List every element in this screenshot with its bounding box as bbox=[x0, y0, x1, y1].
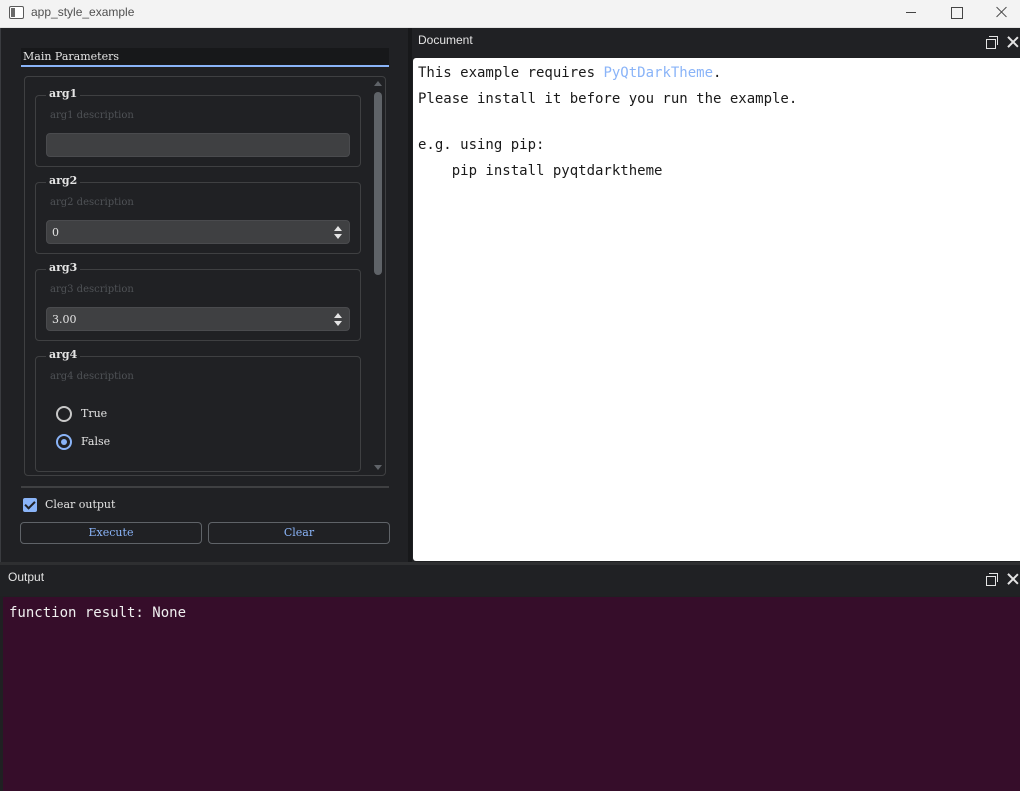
document-close-icon[interactable] bbox=[1006, 35, 1020, 49]
parameters-scroll-area[interactable]: arg1 arg1 description arg2 arg2 descript… bbox=[24, 76, 386, 476]
clear-output-checkbox[interactable] bbox=[23, 498, 37, 512]
doc-line-1: This example requires PyQtDarkTheme. bbox=[418, 65, 721, 81]
output-close-icon[interactable] bbox=[1006, 572, 1020, 586]
arg2-decrement-icon[interactable] bbox=[334, 234, 342, 239]
arg3-decrement-icon[interactable] bbox=[334, 321, 342, 326]
execute-button[interactable]: Execute bbox=[20, 522, 202, 544]
radio-false[interactable] bbox=[56, 434, 72, 450]
parameters-panel: Main Parameters arg1 arg1 description ar… bbox=[0, 28, 408, 562]
scrollbar-thumb[interactable] bbox=[374, 92, 382, 275]
arg4-description: arg4 description bbox=[50, 371, 134, 382]
radio-true[interactable] bbox=[56, 406, 72, 422]
output-text-view[interactable]: function result: None bbox=[3, 597, 1020, 791]
arg4-title: arg4 bbox=[46, 348, 81, 361]
document-float-icon[interactable] bbox=[986, 36, 998, 49]
doc-line-1-suffix: . bbox=[713, 65, 722, 81]
output-float-icon[interactable] bbox=[986, 573, 998, 586]
output-dock-title: Output bbox=[8, 570, 45, 584]
arg3-increment-icon[interactable] bbox=[334, 313, 342, 318]
separator bbox=[21, 486, 389, 488]
doc-line-4: pip install pyqtdarktheme bbox=[418, 163, 663, 179]
arg2-title: arg2 bbox=[46, 174, 81, 187]
window-title: app_style_example bbox=[31, 5, 135, 19]
minimize-button[interactable] bbox=[888, 0, 934, 28]
arg2-spinbox[interactable]: 0 bbox=[46, 220, 350, 244]
doc-line-2: Please install it before you run the exa… bbox=[418, 91, 798, 107]
scroll-up-icon[interactable] bbox=[374, 81, 382, 86]
arg3-title: arg3 bbox=[46, 261, 81, 274]
document-text-view[interactable]: This example requires PyQtDarkTheme. Ple… bbox=[413, 58, 1020, 561]
output-dock-header: Output bbox=[0, 565, 1020, 596]
arg2-groupbox: arg2 arg2 description 0 bbox=[35, 174, 361, 254]
output-result-text: function result: None bbox=[9, 605, 187, 621]
group-header: Main Parameters bbox=[21, 48, 389, 67]
clear-output-label[interactable]: Clear output bbox=[45, 498, 115, 511]
close-window-button[interactable] bbox=[978, 0, 1020, 28]
clear-button[interactable]: Clear bbox=[208, 522, 390, 544]
document-dock-header: Document bbox=[412, 28, 1020, 57]
arg3-groupbox: arg3 arg3 description 3.00 bbox=[35, 261, 361, 341]
maximize-button[interactable] bbox=[933, 0, 979, 28]
arg3-value: 3.00 bbox=[52, 313, 77, 326]
vertical-scrollbar[interactable] bbox=[371, 77, 385, 475]
scroll-down-icon[interactable] bbox=[374, 465, 382, 470]
vertical-splitter[interactable] bbox=[408, 28, 412, 562]
arg1-groupbox: arg1 arg1 description bbox=[35, 87, 361, 167]
doc-line-3: e.g. using pip: bbox=[418, 137, 545, 153]
group-title: Main Parameters bbox=[23, 50, 119, 63]
pyqtdarktheme-link[interactable]: PyQtDarkTheme bbox=[603, 65, 713, 81]
arg2-value: 0 bbox=[52, 226, 59, 239]
doc-line-1-prefix: This example requires bbox=[418, 65, 604, 81]
arg3-spinbox[interactable]: 3.00 bbox=[46, 307, 350, 331]
arg2-increment-icon[interactable] bbox=[334, 226, 342, 231]
radio-true-label[interactable]: True bbox=[81, 407, 107, 420]
app-window-icon bbox=[9, 6, 24, 19]
document-dock-title: Document bbox=[418, 33, 473, 47]
radio-false-label[interactable]: False bbox=[81, 435, 110, 448]
arg3-description: arg3 description bbox=[50, 284, 134, 295]
arg4-groupbox: arg4 arg4 description True False bbox=[35, 348, 361, 472]
arg1-input[interactable] bbox=[46, 133, 350, 157]
window-titlebar: app_style_example bbox=[0, 0, 1020, 28]
arg2-description: arg2 description bbox=[50, 197, 134, 208]
arg1-title: arg1 bbox=[46, 87, 81, 100]
arg1-description: arg1 description bbox=[50, 110, 134, 121]
